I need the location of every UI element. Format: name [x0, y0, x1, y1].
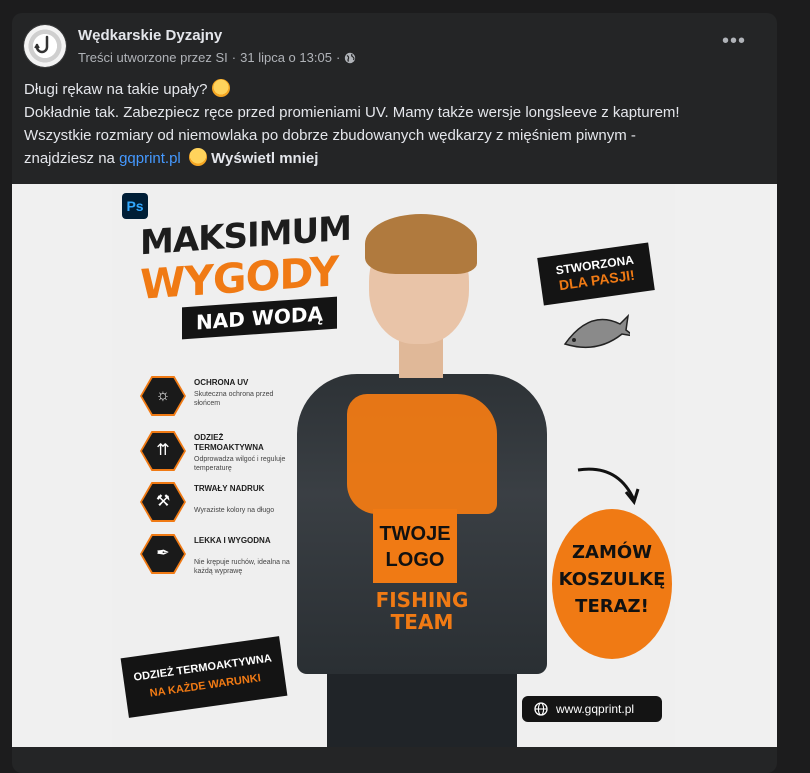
post-line: Dokładnie tak. Zabezpiecz ręce przed pro…	[24, 104, 680, 121]
website-url: www.gqprint.pl	[556, 702, 635, 716]
see-less-button[interactable]: Wyświetl mniej	[211, 150, 318, 167]
feature-title: TRWAŁY NADRUK	[194, 484, 265, 493]
post-line: Długi rękaw na takie upały?	[24, 78, 769, 101]
logo-placeholder: TWOJE LOGO	[373, 509, 457, 583]
post-card: Wędkarskie Dyzajny Treści utworzone prze…	[12, 13, 777, 773]
meta-separator: ·	[335, 50, 341, 65]
post-timestamp[interactable]: 31 lipca o 13:05	[240, 50, 332, 65]
feature-item: ☼ OCHRONA UV Skuteczna ochrona przed sło…	[140, 376, 290, 420]
post-line: Wszystkie rozmiary od niemowlaka po dobr…	[24, 127, 636, 144]
post-text: Długi rękaw na takie upały? Dokładnie ta…	[24, 78, 769, 170]
feature-desc: Odprowadza wilgoć i reguluje temperaturę	[194, 456, 286, 472]
website-pill: www.gqprint.pl	[522, 696, 662, 722]
hot-face-emoji-icon	[211, 79, 230, 97]
fish-hook-icon	[34, 35, 49, 54]
feature-desc: Skuteczna ochrona przed słońcem	[194, 391, 274, 407]
page-name[interactable]: Wędkarskie Dyzajny	[78, 27, 222, 44]
feature-item: ⚒ TRWAŁY NADRUK Wyraziste kolory na dług…	[140, 482, 290, 526]
fish-icon	[563, 313, 630, 349]
post-meta: Treści utworzone przez SI · 31 lipca o 1…	[78, 50, 356, 65]
post-header: Wędkarskie Dyzajny Treści utworzone prze…	[24, 23, 764, 71]
feature-title: ODZIEŻ TERMOAKTYWNA	[194, 433, 264, 452]
arrow-icon	[577, 467, 640, 506]
feature-desc: Wyraziste kolory na długo	[194, 507, 275, 514]
thermo-banner: ODZIEŻ TERMOAKTYWNA NA KAŻDE WARUNKI	[120, 636, 288, 718]
post-line-text: znajdziesz na	[24, 150, 115, 167]
post-image[interactable]: Ps MAKSIMUM WYGODY NAD WODĄ ☼ OCHRONA UV…	[12, 184, 777, 747]
meta-separator: ·	[231, 50, 237, 65]
feature-title: OCHRONA UV	[194, 378, 249, 387]
feature-desc: Nie krępuje ruchów, idealna na każdą wyp…	[194, 559, 290, 575]
model-pants	[327, 664, 517, 747]
post-line: znajdziesz na gqprint.pl Wyświetl mniej	[24, 147, 769, 170]
logo-text: TWOJE	[379, 523, 451, 545]
order-text: KOSZULKĘ	[558, 569, 666, 590]
action-bar	[12, 745, 777, 761]
more-options-button[interactable]: •••	[720, 31, 748, 55]
shirt-fish-print	[347, 394, 497, 514]
feature-item: ⇈ ODZIEŻ TERMOAKTYWNA Odprowadza wilgoć …	[140, 431, 290, 475]
sunglasses-emoji-icon	[188, 148, 207, 166]
feature-item: ✒ LEKKA I WYGODNA Nie krępuje ruchów, id…	[140, 534, 290, 578]
ad-graphic: Ps MAKSIMUM WYGODY NAD WODĄ ☼ OCHRONA UV…	[112, 184, 675, 747]
model-hair	[365, 214, 477, 274]
page-avatar[interactable]	[24, 25, 66, 67]
post-line-text: Długi rękaw na takie upały?	[24, 81, 208, 98]
photoshop-badge: Ps	[122, 193, 148, 219]
globe-icon	[534, 702, 548, 716]
ai-content-label[interactable]: Treści utworzone przez SI	[78, 50, 228, 65]
order-cta: ZAMÓW KOSZULKĘ TERAZ!	[552, 509, 672, 659]
order-text: TERAZ!	[575, 596, 649, 617]
team-text: TEAM	[390, 610, 454, 634]
model-photo: TWOJE LOGO FISHING TEAM	[287, 204, 557, 747]
feature-title: LEKKA I WYGODNA	[194, 536, 271, 545]
order-text: ZAMÓW	[571, 542, 653, 563]
globe-icon[interactable]	[344, 52, 356, 64]
team-text: FISHING	[375, 588, 469, 612]
logo-text: LOGO	[385, 549, 445, 571]
team-print: FISHING TEAM	[357, 589, 487, 633]
website-link[interactable]: gqprint.pl	[119, 150, 181, 167]
